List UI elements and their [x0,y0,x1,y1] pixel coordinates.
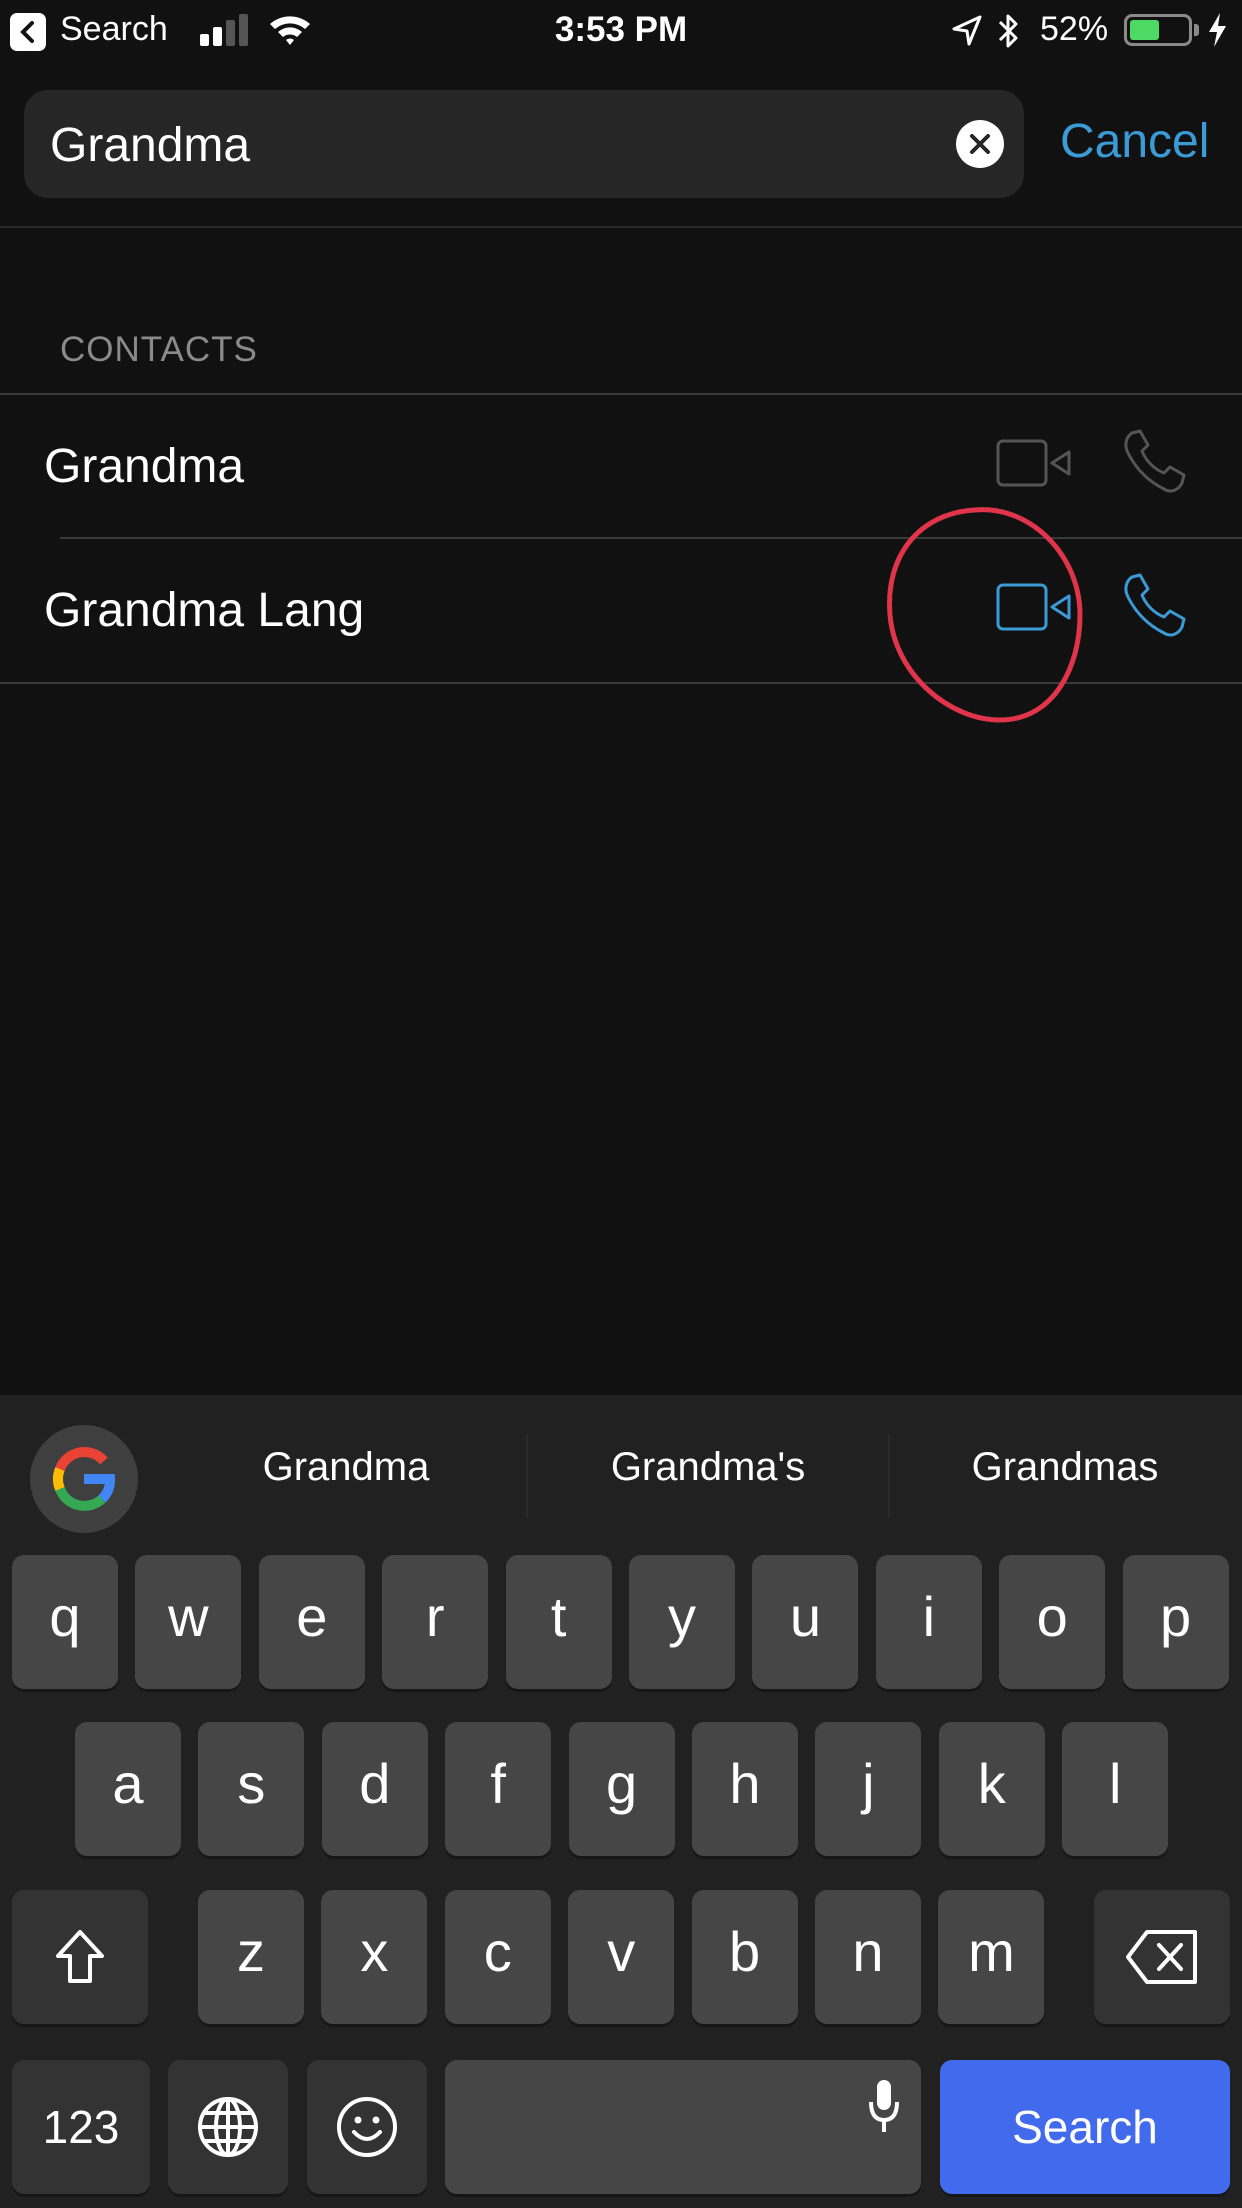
suggestion-3[interactable]: Grandmas [915,1445,1215,1490]
emoji-smiley-icon [337,2097,397,2157]
delete-key[interactable] [1094,1890,1230,2024]
key-q[interactable]: q [12,1555,118,1689]
numbers-key[interactable]: 123 [12,2060,150,2194]
suggestion-bar: Grandma Grandma's Grandmas [0,1395,1242,1545]
contact-name[interactable]: Grandma [44,439,244,494]
search-input-value[interactable]: Grandma [50,118,250,173]
suggestion-separator [888,1435,890,1517]
video-camera-icon[interactable] [996,439,1072,487]
contact-name[interactable]: Grandma Lang [44,583,364,638]
clear-search-button[interactable] [956,120,1004,168]
key-k[interactable]: k [938,1722,1045,1856]
search-key[interactable]: Search [940,2060,1230,2194]
key-n[interactable]: n [815,1890,921,2024]
key-s[interactable]: s [198,1722,305,1856]
key-m[interactable]: m [938,1890,1045,2024]
key-w[interactable]: w [135,1555,242,1689]
key-y[interactable]: y [629,1555,735,1689]
microphone-icon[interactable] [868,2078,900,2134]
bluetooth-icon [998,14,1018,48]
key-a[interactable]: a [75,1722,181,1856]
search-input[interactable]: Grandma [24,90,1024,198]
location-arrow-icon [952,15,982,46]
google-search-button[interactable] [30,1425,138,1533]
key-b[interactable]: b [691,1890,798,2024]
key-e[interactable]: e [258,1555,365,1689]
key-v[interactable]: v [568,1890,675,2024]
key-u[interactable]: u [752,1555,859,1689]
key-f[interactable]: f [445,1722,552,1856]
status-bar: Search 3:53 PM 52% [0,0,1242,62]
key-d[interactable]: d [321,1722,428,1856]
key-p[interactable]: p [1122,1555,1229,1689]
key-x[interactable]: x [321,1890,428,2024]
header-divider [0,226,1242,228]
phone-icon[interactable] [1120,427,1190,497]
globe-key[interactable] [168,2060,288,2194]
key-o[interactable]: o [999,1555,1106,1689]
contacts-section-header: CONTACTS [60,330,258,369]
suggestion-separator [526,1435,528,1517]
key-r[interactable]: r [382,1555,489,1689]
shift-key[interactable] [12,1890,148,2024]
contact-row-grandma[interactable]: Grandma [0,395,1242,539]
row-divider [0,682,1242,684]
key-j[interactable]: j [815,1722,922,1856]
suggestion-2[interactable]: Grandma's [558,1445,858,1490]
phone-icon[interactable] [1120,571,1190,641]
keyboard: Grandma Grandma's Grandmas qwertyuiop as… [0,1395,1242,2208]
battery-nub [1194,24,1199,36]
key-l[interactable]: l [1062,1722,1169,1856]
cancel-button[interactable]: Cancel [1060,114,1209,169]
battery-level-fill [1130,20,1159,40]
google-g-icon [53,1447,115,1511]
key-g[interactable]: g [568,1722,675,1856]
key-i[interactable]: i [875,1555,982,1689]
key-c[interactable]: c [444,1890,551,2024]
space-key[interactable] [445,2060,921,2194]
globe-icon [198,2097,258,2157]
key-h[interactable]: h [692,1722,798,1856]
shift-arrow-icon [56,1930,104,1983]
key-t[interactable]: t [505,1555,612,1689]
emoji-key[interactable] [307,2060,427,2194]
battery-icon [1124,14,1192,46]
clear-circle-x-icon [970,134,990,154]
key-z[interactable]: z [198,1890,304,2024]
battery-percent: 52% [1040,10,1109,48]
video-camera-icon[interactable] [996,583,1072,631]
contact-row-grandma-lang[interactable]: Grandma Lang [0,539,1242,683]
charging-bolt-icon [1209,13,1226,47]
backspace-icon [1126,1930,1197,1984]
suggestion-1[interactable]: Grandma [196,1445,496,1490]
